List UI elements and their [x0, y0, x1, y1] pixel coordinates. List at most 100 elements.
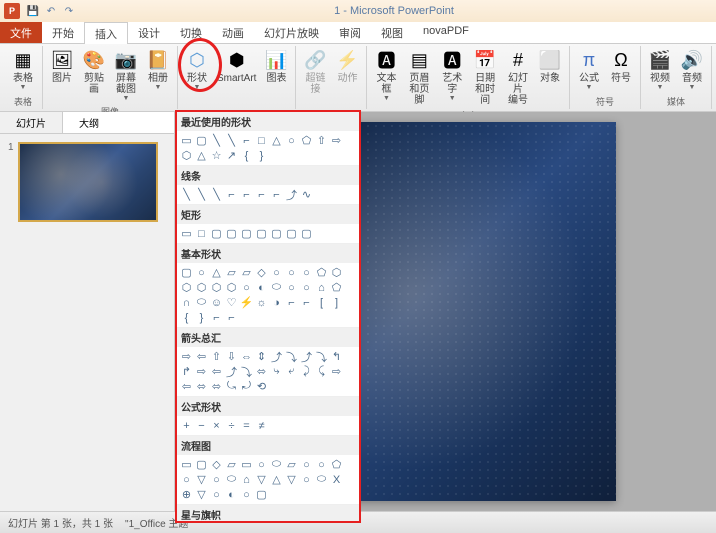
shape-item[interactable]: ⬡ [329, 265, 344, 280]
shape-item[interactable]: ⤾ [239, 379, 254, 394]
shape-item[interactable]: ▱ [284, 457, 299, 472]
shape-item[interactable]: ⬡ [224, 280, 239, 295]
shape-item[interactable]: ▢ [194, 457, 209, 472]
shape-item[interactable]: ∩ [179, 295, 194, 310]
ribbon-object[interactable]: ⬜对象 [535, 46, 565, 108]
shape-item[interactable]: ☆ [209, 148, 224, 163]
tab-file[interactable]: 文件 [0, 22, 42, 43]
shape-item[interactable]: ↱ [179, 364, 194, 379]
tab-review[interactable]: 审阅 [329, 22, 371, 43]
shape-item[interactable]: ⬄ [254, 364, 269, 379]
shape-item[interactable]: ▽ [194, 472, 209, 487]
shape-item[interactable]: ⌐ [239, 187, 254, 202]
shape-item[interactable]: □ [194, 226, 209, 241]
ribbon-picture[interactable]: 🖼图片 [47, 46, 77, 104]
shape-item[interactable]: ○ [284, 280, 299, 295]
ribbon-slidenum[interactable]: #幻灯片 编号 [503, 46, 533, 108]
shape-item[interactable]: ☺ [209, 295, 224, 310]
shape-item[interactable]: ⌂ [314, 280, 329, 295]
shape-item[interactable]: ↗ [224, 148, 239, 163]
shape-item[interactable]: ╲ [209, 187, 224, 202]
shape-item[interactable]: ⬠ [299, 133, 314, 148]
shape-item[interactable]: ⇩ [224, 349, 239, 364]
shape-item[interactable]: ▢ [209, 226, 224, 241]
tab-home[interactable]: 开始 [42, 22, 84, 43]
shape-item[interactable]: × [209, 418, 224, 433]
shape-item[interactable]: ◐ [224, 487, 239, 502]
slide-thumbnail[interactable] [18, 142, 158, 222]
shape-item[interactable]: = [239, 418, 254, 433]
shape-item[interactable]: X [329, 472, 344, 487]
ribbon-audio[interactable]: 🔊音频▼ [677, 46, 707, 94]
shape-item[interactable]: ▢ [179, 265, 194, 280]
shape-item[interactable]: ⤴ [299, 349, 314, 364]
shape-item[interactable]: ⇦ [209, 364, 224, 379]
ribbon-textbox[interactable]: 🅰文本框▼ [371, 46, 401, 108]
shape-item[interactable]: ⌐ [209, 310, 224, 325]
tab-animations[interactable]: 动画 [212, 22, 254, 43]
shape-item[interactable]: ⤵ [314, 349, 329, 364]
shape-item[interactable]: ▢ [239, 226, 254, 241]
shape-item[interactable]: } [254, 148, 269, 163]
shape-item[interactable]: ○ [239, 487, 254, 502]
shape-item[interactable]: ⬭ [269, 457, 284, 472]
shape-item[interactable]: ╲ [179, 187, 194, 202]
shape-item[interactable]: ⤸ [299, 364, 314, 379]
shape-item[interactable]: ▭ [179, 457, 194, 472]
shape-item[interactable]: ⇕ [254, 349, 269, 364]
redo-icon[interactable]: ↷ [62, 4, 76, 18]
shape-item[interactable]: [ [314, 295, 329, 310]
shape-item[interactable]: ⬄ [194, 379, 209, 394]
shape-item[interactable]: ⌐ [299, 295, 314, 310]
shape-item[interactable]: ⤴ [269, 349, 284, 364]
shape-item[interactable]: ⌐ [224, 187, 239, 202]
shape-item[interactable]: ⬡ [179, 280, 194, 295]
shape-item[interactable]: ╲ [209, 133, 224, 148]
shape-item[interactable]: ⬠ [329, 280, 344, 295]
shape-item[interactable]: ⬠ [314, 265, 329, 280]
undo-icon[interactable]: ↶ [44, 4, 58, 18]
ribbon-table[interactable]: ▦ 表格 ▼ [8, 46, 38, 94]
ribbon-symbol[interactable]: Ω符号 [606, 46, 636, 94]
shape-item[interactable]: ○ [269, 265, 284, 280]
shape-item[interactable]: ⤶ [284, 364, 299, 379]
ribbon-video[interactable]: 🎬视频▼ [645, 46, 675, 94]
shape-item[interactable]: ▢ [254, 226, 269, 241]
shape-item[interactable]: ◇ [209, 457, 224, 472]
shape-item[interactable]: ⬡ [179, 148, 194, 163]
shape-item[interactable]: ⬭ [194, 295, 209, 310]
shape-item[interactable]: ○ [254, 457, 269, 472]
shape-item[interactable]: ⬠ [329, 457, 344, 472]
shape-item[interactable]: + [179, 418, 194, 433]
shape-item[interactable]: □ [254, 133, 269, 148]
shape-item[interactable]: − [194, 418, 209, 433]
shape-item[interactable]: ╲ [194, 187, 209, 202]
shape-item[interactable]: ⟲ [254, 379, 269, 394]
shape-item[interactable]: ⤷ [269, 364, 284, 379]
shape-item[interactable]: ⌐ [269, 187, 284, 202]
shape-item[interactable]: ▢ [269, 226, 284, 241]
shape-item[interactable]: ▱ [239, 265, 254, 280]
shape-item[interactable]: ↰ [329, 349, 344, 364]
shape-item[interactable]: ⌐ [284, 295, 299, 310]
shape-item[interactable]: ⇨ [329, 133, 344, 148]
shape-item[interactable]: ☼ [254, 295, 269, 310]
shape-item[interactable]: ▱ [224, 457, 239, 472]
shape-item[interactable]: △ [194, 148, 209, 163]
shape-item[interactable]: ▭ [179, 226, 194, 241]
ribbon-screenshot[interactable]: 📷屏幕截图▼ [111, 46, 141, 104]
shape-item[interactable]: ▽ [194, 487, 209, 502]
shape-item[interactable]: { [239, 148, 254, 163]
shape-item[interactable]: ○ [179, 472, 194, 487]
shape-item[interactable]: ] [329, 295, 344, 310]
shape-item[interactable]: ○ [284, 133, 299, 148]
ribbon-chart[interactable]: 📊图表 [261, 46, 291, 109]
shape-item[interactable]: ⬡ [194, 280, 209, 295]
shape-item[interactable]: ⤹ [314, 364, 329, 379]
shape-item[interactable]: ⇦ [179, 379, 194, 394]
shape-item[interactable]: ▢ [194, 133, 209, 148]
ribbon-clipart[interactable]: 🎨剪贴画 [79, 46, 109, 104]
shape-item[interactable]: ╲ [224, 133, 239, 148]
shape-item[interactable]: ▢ [284, 226, 299, 241]
tab-design[interactable]: 设计 [128, 22, 170, 43]
